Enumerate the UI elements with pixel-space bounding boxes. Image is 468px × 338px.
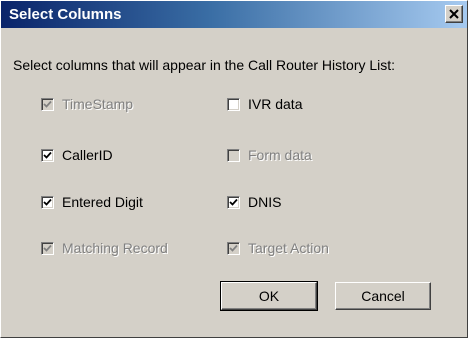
instruction-text: Select columns that will appear in the C… <box>13 57 396 73</box>
checkbox-label: TimeStamp <box>62 96 134 112</box>
checkbox-box <box>41 97 54 111</box>
checkmark-icon <box>229 198 238 206</box>
checkbox-timestamp: TimeStamp <box>41 95 133 113</box>
select-columns-dialog: Select Columns Select columns that will … <box>0 0 468 338</box>
checkbox-label: Matching Record <box>62 240 168 256</box>
cancel-button[interactable]: Cancel <box>335 282 431 310</box>
checkbox-box[interactable] <box>227 195 240 209</box>
checkbox-matching-record: Matching Record <box>41 239 168 257</box>
checkbox-entered-digit[interactable]: Entered Digit <box>41 193 143 211</box>
ok-button[interactable]: OK <box>220 281 318 311</box>
checkmark-icon <box>43 100 52 108</box>
checkmark-icon <box>43 151 52 159</box>
checkmark-icon <box>43 244 52 252</box>
title-bar[interactable]: Select Columns <box>1 1 467 28</box>
checkmark-icon <box>43 198 52 206</box>
close-button[interactable] <box>445 5 463 23</box>
checkbox-label: Target Action <box>248 240 329 256</box>
checkbox-box[interactable] <box>227 97 240 111</box>
checkbox-label: Form data <box>248 147 312 163</box>
checkbox-form-data: Form data <box>227 146 312 164</box>
checkbox-label[interactable]: Entered Digit <box>62 194 143 210</box>
checkbox-label[interactable]: DNIS <box>248 194 281 210</box>
checkbox-label[interactable]: IVR data <box>248 96 302 112</box>
checkbox-callerid[interactable]: CallerID <box>41 146 113 164</box>
checkbox-box[interactable] <box>41 195 54 209</box>
checkbox-box[interactable] <box>41 148 54 162</box>
checkbox-box <box>227 241 240 255</box>
checkbox-dnis[interactable]: DNIS <box>227 193 281 211</box>
checkmark-icon <box>229 244 238 252</box>
checkbox-box <box>227 148 240 162</box>
window-title: Select Columns <box>9 6 122 23</box>
close-x-icon <box>449 9 459 19</box>
checkbox-ivr-data[interactable]: IVR data <box>227 95 302 113</box>
checkbox-target-action: Target Action <box>227 239 329 257</box>
checkbox-box <box>41 241 54 255</box>
checkbox-label[interactable]: CallerID <box>62 147 113 163</box>
